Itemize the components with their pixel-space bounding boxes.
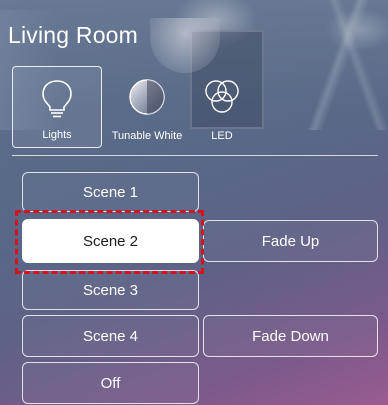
mode-selector: Lights Tunable White LED — [12, 66, 252, 148]
scene-1-button[interactable]: Scene 1 — [22, 172, 199, 212]
room-background-branch — [300, 0, 388, 130]
mode-lights-label: Lights — [42, 129, 72, 141]
rgb-circles-icon — [205, 80, 239, 113]
tunable-white-icon — [129, 79, 165, 115]
mode-led[interactable]: LED — [192, 66, 252, 148]
living-room-screen: Living Room Lights Tunable White LED Sce… — [0, 0, 388, 405]
section-divider — [12, 155, 378, 156]
off-button[interactable]: Off — [22, 362, 199, 404]
mode-led-label: LED — [211, 130, 233, 142]
mode-tunable-white-label: Tunable White — [111, 130, 183, 142]
scene-4-button[interactable]: Scene 4 — [22, 315, 199, 357]
mode-lights[interactable]: Lights — [12, 66, 102, 148]
lightbulb-icon — [42, 80, 72, 118]
room-title: Living Room — [8, 22, 139, 48]
fade-down-button[interactable]: Fade Down — [203, 315, 378, 357]
fade-up-button[interactable]: Fade Up — [203, 220, 378, 262]
scene-2-button[interactable]: Scene 2 — [22, 219, 199, 263]
mode-tunable-white[interactable]: Tunable White — [102, 66, 192, 148]
scene-3-button[interactable]: Scene 3 — [22, 270, 199, 310]
